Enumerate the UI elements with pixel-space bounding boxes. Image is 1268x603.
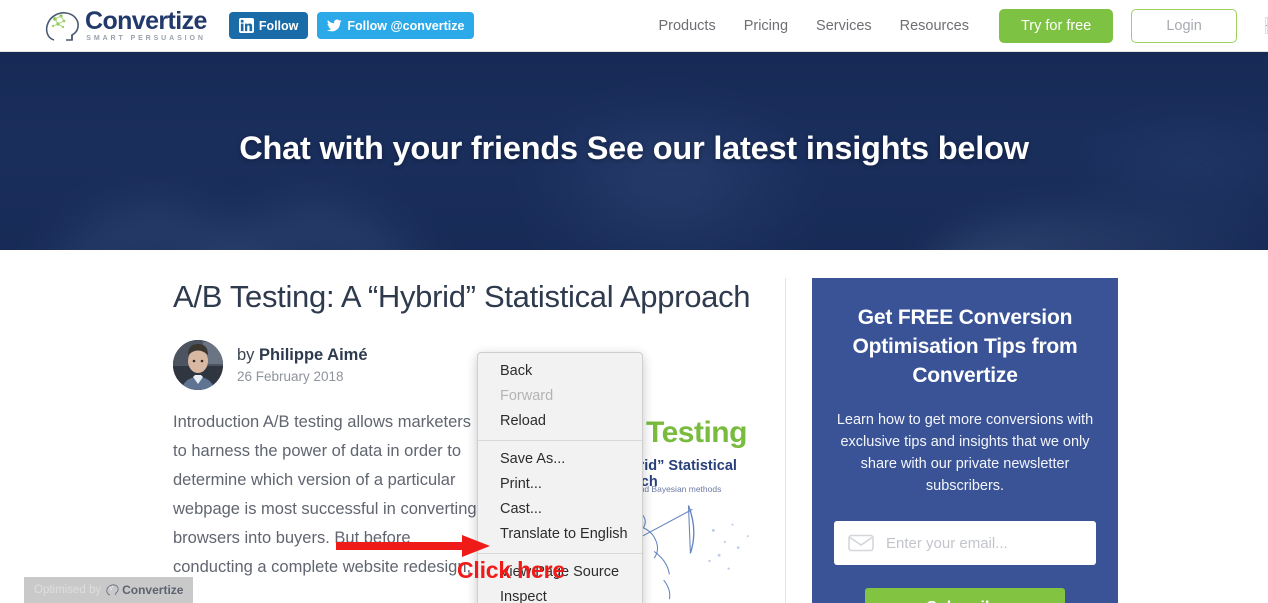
byline-prefix: by <box>237 345 255 364</box>
linkedin-follow-label: Follow <box>258 18 299 33</box>
twitter-follow-button[interactable]: Follow @convertize <box>317 12 475 39</box>
newsletter-signup-box: Get FREE Conversion Optimisation Tips fr… <box>812 278 1118 603</box>
newsletter-title: Get FREE Conversion Optimisation Tips fr… <box>852 306 1078 387</box>
newsletter-description: Learn how to get more conversions with e… <box>836 412 1094 494</box>
context-menu-item-back[interactable]: Back <box>478 359 642 384</box>
context-menu-separator <box>478 553 642 554</box>
email-field[interactable] <box>886 534 1085 552</box>
optimised-by-badge[interactable]: Optimised by Convertize <box>24 577 194 603</box>
click-here-annotation: Click here <box>457 557 565 583</box>
context-menu-item-print[interactable]: Print... <box>478 472 642 497</box>
context-menu-item-save-as[interactable]: Save As... <box>478 447 642 472</box>
brain-head-icon <box>45 11 79 41</box>
nav-item-products[interactable]: Products <box>658 18 715 34</box>
envelope-icon <box>848 534 874 552</box>
twitter-bird-icon <box>327 19 342 32</box>
byline: by Philippe Aimé 26 February 2018 <box>173 339 763 390</box>
linkedin-follow-button[interactable]: Follow <box>228 12 309 39</box>
logo-name: Convertize <box>85 7 207 35</box>
context-menu-item-cast[interactable]: Cast... <box>478 497 642 522</box>
email-field-wrapper[interactable] <box>834 521 1096 566</box>
try-for-free-button[interactable]: Try for free <box>998 8 1114 43</box>
linkedin-icon <box>238 18 254 33</box>
login-button[interactable]: Login <box>1131 8 1237 43</box>
context-menu-item-forward: Forward <box>500 388 554 404</box>
column-divider <box>785 278 786 603</box>
nav-item-pricing[interactable]: Pricing <box>744 18 788 34</box>
context-menu-item-translate[interactable]: Translate to English <box>478 522 642 547</box>
subscribe-button[interactable]: Subscribe <box>865 588 1065 603</box>
site-header: Convertize SMART PERSUASION Follow Follo… <box>0 0 1268 52</box>
article-header: A/B Testing: A “Hybrid” Statistical Appr… <box>173 277 763 390</box>
publish-date: 26 February 2018 <box>237 368 344 384</box>
convertize-mark-icon <box>106 584 119 596</box>
context-menu-separator <box>478 440 642 441</box>
page-root: Convertize SMART PERSUASION Follow Follo… <box>0 0 1268 603</box>
hero-title: Chat with your friends See our latest in… <box>239 130 1029 166</box>
logo-tagline: SMART PERSUASION <box>86 35 206 42</box>
page-title: A/B Testing: A “Hybrid” Statistical Appr… <box>173 279 751 314</box>
red-right-arrow-icon <box>336 535 490 557</box>
avatar <box>173 339 223 390</box>
context-menu-item-inspect[interactable]: Inspect <box>478 585 642 603</box>
badge-name: Convertize <box>122 583 184 597</box>
nav-item-resources[interactable]: Resources <box>900 18 969 34</box>
site-logo[interactable]: Convertize SMART PERSUASION <box>44 9 207 42</box>
context-menu-item-reload[interactable]: Reload <box>478 409 642 434</box>
nav-item-services[interactable]: Services <box>816 18 872 34</box>
twitter-follow-label: Follow @convertize <box>347 18 465 33</box>
avatar-photo <box>173 339 223 390</box>
badge-prefix: Optimised by <box>34 584 102 596</box>
main-navigation: Products Pricing Services Resources <box>658 18 968 34</box>
author-name[interactable]: Philippe Aimé <box>259 346 368 364</box>
hero-banner: Chat with your friends See our latest in… <box>0 52 1268 250</box>
